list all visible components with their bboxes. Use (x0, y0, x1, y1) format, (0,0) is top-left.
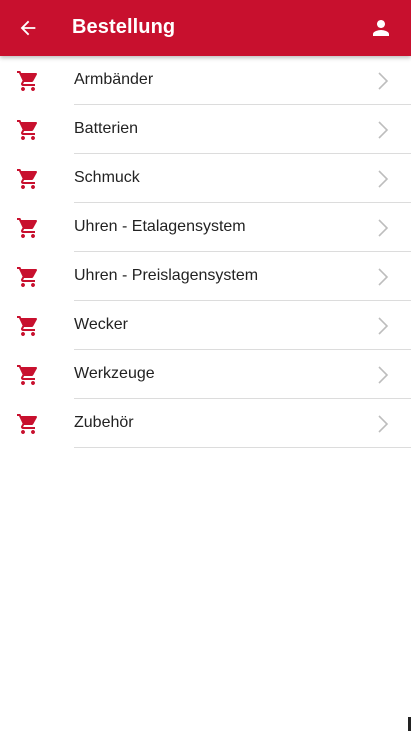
page-title: Bestellung (72, 16, 176, 38)
list-item-armbaender[interactable]: Armbänder (0, 56, 411, 105)
shopping-cart-icon (17, 316, 38, 336)
divider (74, 447, 411, 448)
chevron-right-icon (378, 219, 389, 237)
back-button[interactable] (14, 14, 42, 42)
list-item-werkzeuge[interactable]: Werkzeuge (0, 350, 411, 399)
list-item-batterien[interactable]: Batterien (0, 105, 411, 154)
shopping-cart-icon (17, 120, 38, 140)
chevron-right-icon (378, 317, 389, 335)
shopping-cart-icon (17, 414, 38, 434)
app-bar: Bestellung (0, 0, 411, 56)
chevron-right-icon (378, 72, 389, 90)
person-icon (373, 20, 389, 36)
chevron-right-icon (378, 268, 389, 286)
list-item-zubehoer[interactable]: Zubehör (0, 399, 411, 448)
list-item-schmuck[interactable]: Schmuck (0, 154, 411, 203)
list-item-label: Werkzeuge (74, 365, 155, 382)
list-item-label: Wecker (74, 316, 128, 333)
list-item-label: Armbänder (74, 71, 154, 88)
shopping-cart-icon (17, 218, 38, 238)
chevron-right-icon (378, 170, 389, 188)
chevron-right-icon (378, 366, 389, 384)
list-item-label: Uhren - Preislagensystem (74, 267, 259, 284)
arrow-left-icon (20, 20, 36, 36)
chevron-right-icon (378, 121, 389, 139)
profile-button[interactable] (367, 14, 395, 42)
list-item-label: Uhren - Etalagensystem (74, 218, 246, 235)
list-item-label: Zubehör (74, 414, 134, 431)
category-list: Armbänder Batterien Schmuck Uhren - Etal… (0, 56, 411, 448)
list-item-wecker[interactable]: Wecker (0, 301, 411, 350)
list-item-label: Batterien (74, 120, 139, 137)
list-item-uhren-etalagensystem[interactable]: Uhren - Etalagensystem (0, 203, 411, 252)
shopping-cart-icon (17, 365, 38, 385)
list-item-label: Schmuck (74, 169, 140, 186)
list-item-uhren-preislagensystem[interactable]: Uhren - Preislagensystem (0, 252, 411, 301)
shopping-cart-icon (17, 169, 38, 189)
chevron-right-icon (378, 415, 389, 433)
shopping-cart-icon (17, 71, 38, 91)
shopping-cart-icon (17, 267, 38, 287)
